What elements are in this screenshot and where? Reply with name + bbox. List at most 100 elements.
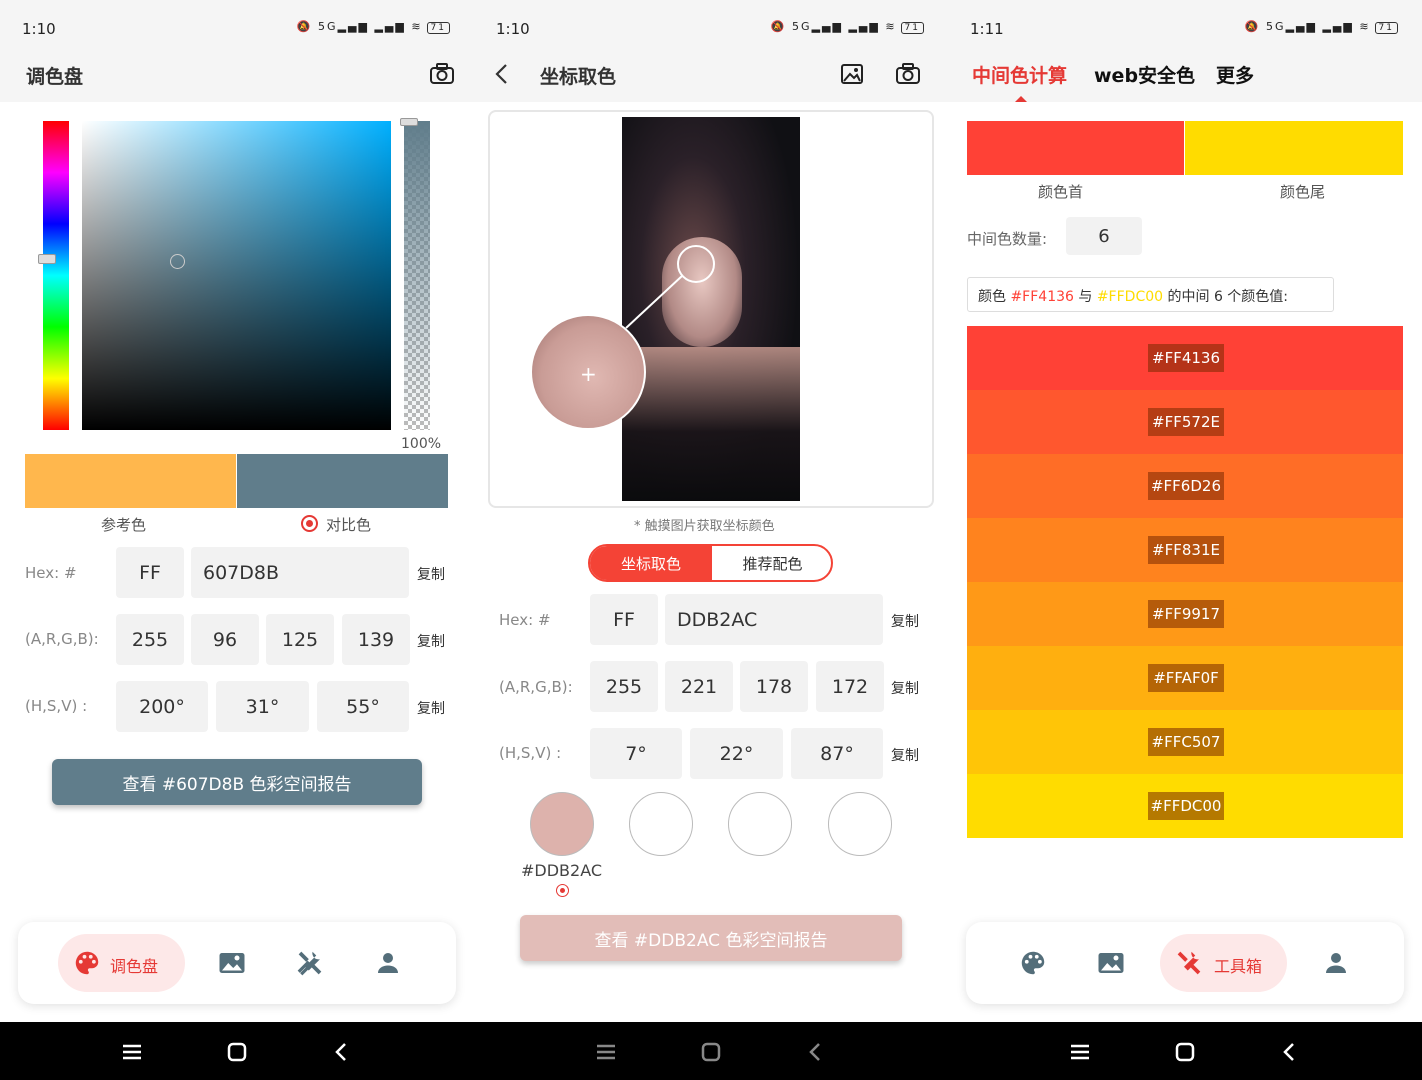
hex-field[interactable]: 607D8B <box>191 547 409 598</box>
gradient-color-hex: #FF6D26 <box>1148 472 1224 500</box>
tab-gradient-calc[interactable]: 中间色计算 <box>972 61 1067 88</box>
back-arrow-icon[interactable] <box>488 60 516 88</box>
tool-tabs-bar: 中间色计算 web安全色 更多 <box>948 46 1422 102</box>
home-key-icon[interactable] <box>1173 1040 1197 1064</box>
gradient-color-row[interactable]: #FF831E <box>967 518 1403 582</box>
coordinate-picker-screen: 1:10 🔕 5G▂▄▆ ▂▄▆ ≋ 71 坐标取色 + * 触摸图片获取坐标颜色… <box>474 0 948 1080</box>
saturation-field[interactable]: 31° <box>216 681 309 732</box>
menu-key-icon[interactable] <box>594 1040 618 1064</box>
summary-mid: 与 <box>1073 289 1097 305</box>
segment-coordinate-pick[interactable]: 坐标取色 <box>590 546 712 580</box>
network-label: 5G <box>1266 20 1286 33</box>
green-field[interactable]: 178 <box>740 661 808 712</box>
contrast-color-swatch[interactable] <box>237 454 448 508</box>
magnifier-lens: + <box>530 314 646 430</box>
contrast-radio[interactable] <box>301 515 318 532</box>
profile-icon[interactable] <box>373 948 403 978</box>
copy-hex-button[interactable]: 复制 <box>891 611 919 631</box>
back-key-icon[interactable] <box>1278 1040 1302 1064</box>
color-report-button[interactable]: 查看 #607D8B 色彩空间报告 <box>52 759 422 805</box>
home-key-icon[interactable] <box>225 1040 249 1064</box>
alpha-field[interactable]: 255 <box>116 614 184 665</box>
tab-more[interactable]: 更多 <box>1216 61 1254 88</box>
gradient-color-row[interactable]: #FF572E <box>967 390 1403 454</box>
gradient-color-hex: #FF4136 <box>1148 344 1224 372</box>
gradient-summary: 颜色 #FF4136 与 #FFDC00 的中间 6 个颜色值: <box>967 277 1334 312</box>
hue-slider-handle[interactable] <box>38 254 56 264</box>
start-color-swatch[interactable] <box>967 121 1184 175</box>
status-time: 1:10 <box>22 20 56 38</box>
gradient-color-row[interactable]: #FFDC00 <box>967 774 1403 838</box>
value-field[interactable]: 55° <box>317 681 409 732</box>
red-field[interactable]: 221 <box>665 661 733 712</box>
hue-field[interactable]: 200° <box>116 681 208 732</box>
summary-suffix: 的中间 6 个颜色值: <box>1163 289 1289 305</box>
gradient-color-row[interactable]: #FFC507 <box>967 710 1403 774</box>
gallery-icon[interactable] <box>838 60 866 88</box>
alpha-field[interactable]: 255 <box>590 661 658 712</box>
image-icon[interactable] <box>217 948 247 978</box>
gradient-color-row[interactable]: #FFAF0F <box>967 646 1403 710</box>
copy-hsv-button[interactable]: 复制 <box>417 698 445 718</box>
color-report-button[interactable]: 查看 #DDB2AC 色彩空间报告 <box>520 915 902 961</box>
home-key-icon[interactable] <box>699 1040 723 1064</box>
palette-icon[interactable] <box>1018 948 1048 978</box>
saturation-field[interactable]: 22° <box>690 728 783 779</box>
hex-field[interactable]: DDB2AC <box>665 594 883 645</box>
image-icon[interactable] <box>1096 948 1126 978</box>
copy-argb-button[interactable]: 复制 <box>891 678 919 698</box>
empty-swatch-slot[interactable] <box>828 792 892 856</box>
red-field[interactable]: 96 <box>191 614 259 665</box>
battery-icon: 71 <box>426 22 450 34</box>
hue-field[interactable]: 7° <box>590 728 682 779</box>
tab-web-safe-colors[interactable]: web安全色 <box>1094 61 1195 88</box>
count-field[interactable]: 6 <box>1066 217 1142 255</box>
alpha-slider[interactable] <box>404 121 430 430</box>
empty-swatch-slot[interactable] <box>629 792 693 856</box>
hex-label: Hex: # <box>25 564 77 582</box>
reference-color-swatch[interactable] <box>25 454 236 508</box>
copy-hex-button[interactable]: 复制 <box>417 564 445 584</box>
empty-swatch-slot[interactable] <box>728 792 792 856</box>
tab-palette[interactable]: 调色盘 <box>58 934 185 992</box>
menu-key-icon[interactable] <box>1068 1040 1092 1064</box>
gradient-color-row[interactable]: #FF9917 <box>967 582 1403 646</box>
profile-icon[interactable] <box>1321 948 1351 978</box>
saturation-value-picker[interactable] <box>82 121 391 430</box>
system-nav-bar <box>948 1022 1422 1080</box>
picked-color-swatch[interactable] <box>530 792 594 856</box>
picker-hint: * 触摸图片获取坐标颜色 <box>634 519 775 534</box>
reference-label: 参考色 <box>101 516 147 534</box>
tab-toolbox[interactable]: 工具箱 <box>1160 934 1287 992</box>
blue-field[interactable]: 172 <box>816 661 884 712</box>
sv-picker-handle[interactable] <box>170 254 185 269</box>
tools-icon[interactable] <box>295 948 325 978</box>
gradient-color-row[interactable]: #FF6D26 <box>967 454 1403 518</box>
end-color-swatch[interactable] <box>1185 121 1403 175</box>
alpha-hex-field[interactable]: FF <box>590 594 658 645</box>
hsv-label: (H,S,V) : <box>499 744 562 762</box>
camera-icon[interactable] <box>894 60 922 88</box>
green-field[interactable]: 125 <box>266 614 334 665</box>
summary-end-hex: #FFDC00 <box>1096 289 1164 305</box>
hue-slider[interactable] <box>43 121 69 430</box>
gradient-color-row[interactable]: #FF4136 <box>967 326 1403 390</box>
system-nav-bar <box>0 1022 474 1080</box>
gradient-color-hex: #FF831E <box>1148 536 1224 564</box>
copy-hsv-button[interactable]: 复制 <box>891 745 919 765</box>
battery-icon: 71 <box>1374 22 1398 34</box>
picked-color-radio[interactable] <box>556 884 569 897</box>
segment-recommended-palette[interactable]: 推荐配色 <box>712 546 831 580</box>
copy-argb-button[interactable]: 复制 <box>417 631 445 651</box>
gradient-color-hex: #FFAF0F <box>1148 664 1224 692</box>
status-icons: 🔕 5G▂▄▆ ▂▄▆ ≋ 71 <box>771 20 924 34</box>
blue-field[interactable]: 139 <box>342 614 410 665</box>
camera-icon[interactable] <box>428 60 456 88</box>
value-field[interactable]: 87° <box>791 728 883 779</box>
back-key-icon[interactable] <box>804 1040 828 1064</box>
picked-color-label: #DDB2AC <box>521 861 603 880</box>
alpha-slider-handle[interactable] <box>400 118 418 126</box>
alpha-hex-field[interactable]: FF <box>116 547 184 598</box>
menu-key-icon[interactable] <box>120 1040 144 1064</box>
back-key-icon[interactable] <box>330 1040 354 1064</box>
